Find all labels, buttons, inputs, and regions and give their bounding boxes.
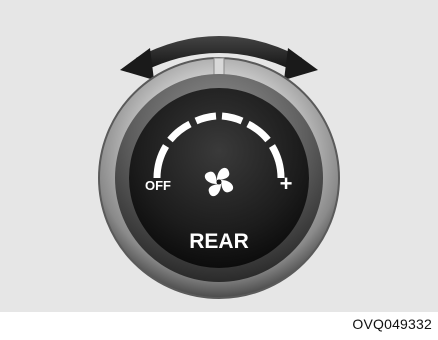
fan-icon <box>204 167 234 197</box>
illustration-frame: OFF + REAR OVQ049332 <box>0 0 438 340</box>
rear-label: REAR <box>189 230 249 253</box>
plus-label: + <box>280 171 293 196</box>
off-label: OFF <box>145 178 171 193</box>
rear-fan-control-knob[interactable]: OFF + REAR <box>0 0 438 312</box>
figure-code: OVQ049332 <box>352 316 432 332</box>
